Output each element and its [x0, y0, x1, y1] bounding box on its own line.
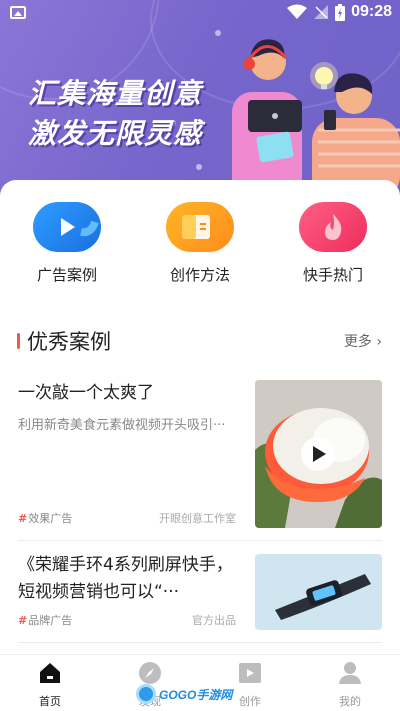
case-source: 开眼创意工作室 [159, 512, 236, 525]
hash-icon: # [18, 512, 28, 525]
case-tag: #品牌广告 [18, 612, 72, 628]
hero-headline-2: 激发无限灵感 [28, 117, 203, 150]
case-source: 官方出品 [192, 614, 236, 627]
video-icon [238, 661, 262, 685]
case-card[interactable]: 一次敲一个太爽了 利用新奇美食元素做视频开头吸引··· #效果广告 开眼创意工作… [18, 378, 382, 528]
divider [18, 540, 382, 541]
gallery-icon [10, 6, 26, 19]
user-icon [338, 661, 362, 685]
watermark: GOGO手游网 [136, 682, 232, 706]
no-signal-icon [314, 5, 329, 19]
category-row: 广告案例 创作方法 快手热门 [0, 202, 400, 292]
case-card[interactable]: 《荣耀手环4系列刷屏快手，短视频营销也可以“··· #品牌广告 官方出品 [18, 552, 382, 632]
section-title: 优秀案例 [27, 330, 111, 354]
category-kuaishou-trending[interactable]: 快手热门 [283, 202, 383, 285]
document-icon [166, 202, 234, 252]
case-title: 一次敲一个太爽了 [18, 383, 154, 403]
section-header: 优秀案例 更多 › [0, 326, 400, 356]
section-accent-bar [17, 333, 20, 349]
divider [18, 642, 382, 643]
hero-headline-1: 汇集海量创意 [28, 77, 203, 110]
more-label: 更多 [343, 334, 372, 350]
case-tag: #效果广告 [18, 510, 72, 526]
main-content: 广告案例 创作方法 快手热门 优秀案例 更多 › 一次敲一个太爽了 利用新奇美食… [0, 180, 400, 711]
chevron-right-icon: › [376, 334, 382, 350]
home-icon [38, 661, 62, 685]
case-tag-label: 效果广告 [28, 512, 73, 525]
tab-profile[interactable]: 我的 [310, 661, 390, 709]
wifi-icon [287, 4, 308, 19]
decor-dot [215, 30, 221, 36]
play-icon [33, 202, 101, 252]
flame-icon [299, 202, 367, 252]
case-thumbnail[interactable] [255, 554, 382, 630]
status-bar: 09:28 [0, 0, 400, 26]
tab-label: 首页 [39, 695, 61, 708]
category-label: 快手热门 [302, 266, 363, 284]
battery-icon [335, 3, 346, 21]
category-ad-cases[interactable]: 广告案例 [17, 202, 117, 285]
category-label: 广告案例 [36, 266, 97, 284]
more-link[interactable]: 更多 › [344, 331, 382, 351]
watermark-text: GOGO手游网 [159, 687, 233, 702]
category-creation-methods[interactable]: 创作方法 [150, 202, 250, 285]
status-time: 09:28 [351, 3, 392, 20]
tab-label: 我的 [339, 695, 361, 708]
case-tag-label: 品牌广告 [28, 614, 73, 627]
case-thumbnail[interactable] [255, 380, 382, 528]
case-title: 《荣耀手环4系列刷屏快手，短视频营销也可以“··· [18, 555, 233, 602]
tab-home[interactable]: 首页 [10, 661, 90, 709]
hero-banner[interactable]: 09:28 汇集海量创意 激发无限灵感 [0, 0, 400, 200]
decor-dot [196, 164, 202, 170]
hash-icon: # [18, 614, 28, 627]
case-description: 利用新奇美食元素做视频开头吸引··· [18, 418, 226, 433]
hero-illustration [232, 39, 400, 200]
category-label: 创作方法 [169, 266, 230, 284]
watermark-logo-icon [136, 684, 156, 704]
